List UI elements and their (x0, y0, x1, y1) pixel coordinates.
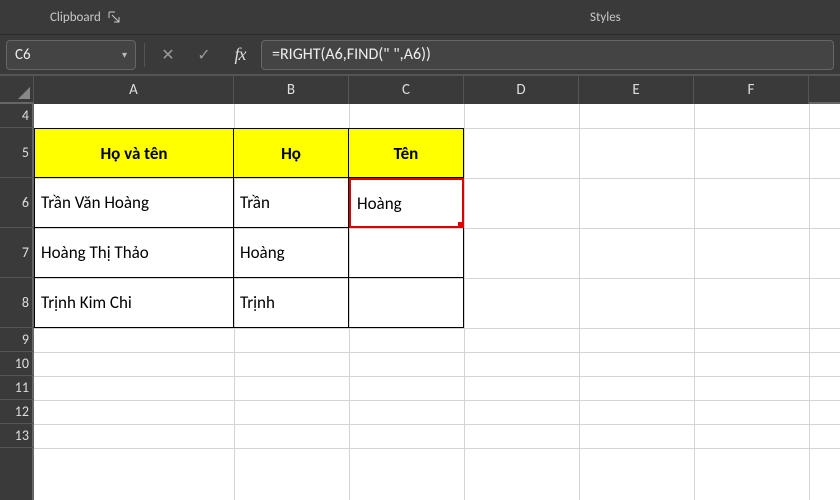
name-box-value: C6 (15, 46, 31, 64)
row-header-8[interactable]: 8 (0, 278, 34, 328)
cell-C7[interactable] (349, 228, 464, 278)
name-box[interactable]: C6 ▾ (6, 40, 136, 70)
cell-C6[interactable]: Hoàng (349, 178, 464, 228)
cell-A6[interactable]: Trần Văn Hoàng (34, 178, 234, 228)
row-header-9[interactable]: 9 (0, 328, 34, 352)
header-cell-fullname[interactable]: Họ và tên (34, 128, 234, 178)
ribbon-group-labels: Clipboard Styles (0, 0, 840, 34)
row-header-12[interactable]: 12 (0, 400, 34, 424)
cell-A8[interactable]: Trịnh Kim Chi (34, 278, 234, 328)
cell-C8[interactable] (349, 278, 464, 328)
column-header-C[interactable]: C (349, 76, 464, 104)
header-cell-lastname[interactable]: Họ (234, 128, 349, 178)
separator (144, 43, 145, 67)
fx-icon[interactable]: fx (225, 40, 255, 70)
clipboard-launcher-icon[interactable] (107, 10, 121, 24)
spreadsheet-area: ABCDEF 45678910111213 Họ và tênHọTênTrần… (0, 76, 840, 500)
cell-A7[interactable]: Hoàng Thị Thảo (34, 228, 234, 278)
cell-B8[interactable]: Trịnh (234, 278, 349, 328)
styles-label: Styles (590, 10, 621, 25)
column-headers: ABCDEF (34, 76, 840, 104)
row-header-11[interactable]: 11 (0, 376, 34, 400)
formula-bar: C6 ▾ ✕ ✓ fx =RIGHT(A6,FIND(" ",A6)) (0, 34, 840, 76)
clipboard-label: Clipboard (50, 10, 101, 25)
row-header-13[interactable]: 13 (0, 424, 34, 448)
cell-B6[interactable]: Trần (234, 178, 349, 228)
ribbon-group-clipboard: Clipboard (40, 10, 131, 25)
fill-handle[interactable] (458, 222, 464, 228)
formula-text: =RIGHT(A6,FIND(" ",A6)) (272, 45, 431, 64)
column-header-E[interactable]: E (579, 76, 694, 104)
row-header-5[interactable]: 5 (0, 128, 34, 178)
cancel-button[interactable]: ✕ (153, 40, 183, 70)
enter-button[interactable]: ✓ (189, 40, 219, 70)
row-header-6[interactable]: 6 (0, 178, 34, 228)
cell-B7[interactable]: Hoàng (234, 228, 349, 278)
chevron-down-icon: ▾ (122, 48, 127, 61)
column-header-D[interactable]: D (464, 76, 579, 104)
header-cell-firstname[interactable]: Tên (349, 128, 464, 178)
row-header-10[interactable]: 10 (0, 352, 34, 376)
formula-input[interactable]: =RIGHT(A6,FIND(" ",A6)) (261, 40, 834, 70)
ribbon-group-styles: Styles (580, 10, 631, 25)
row-headers: 45678910111213 (0, 104, 34, 500)
column-header-A[interactable]: A (34, 76, 234, 104)
column-header-B[interactable]: B (234, 76, 349, 104)
select-all-corner[interactable] (0, 76, 34, 104)
column-header-F[interactable]: F (694, 76, 809, 104)
row-header-7[interactable]: 7 (0, 228, 34, 278)
cell-grid[interactable]: Họ và tênHọTênTrần Văn HoàngTrầnHoàngHoà… (34, 104, 840, 500)
row-header-4[interactable]: 4 (0, 104, 34, 128)
